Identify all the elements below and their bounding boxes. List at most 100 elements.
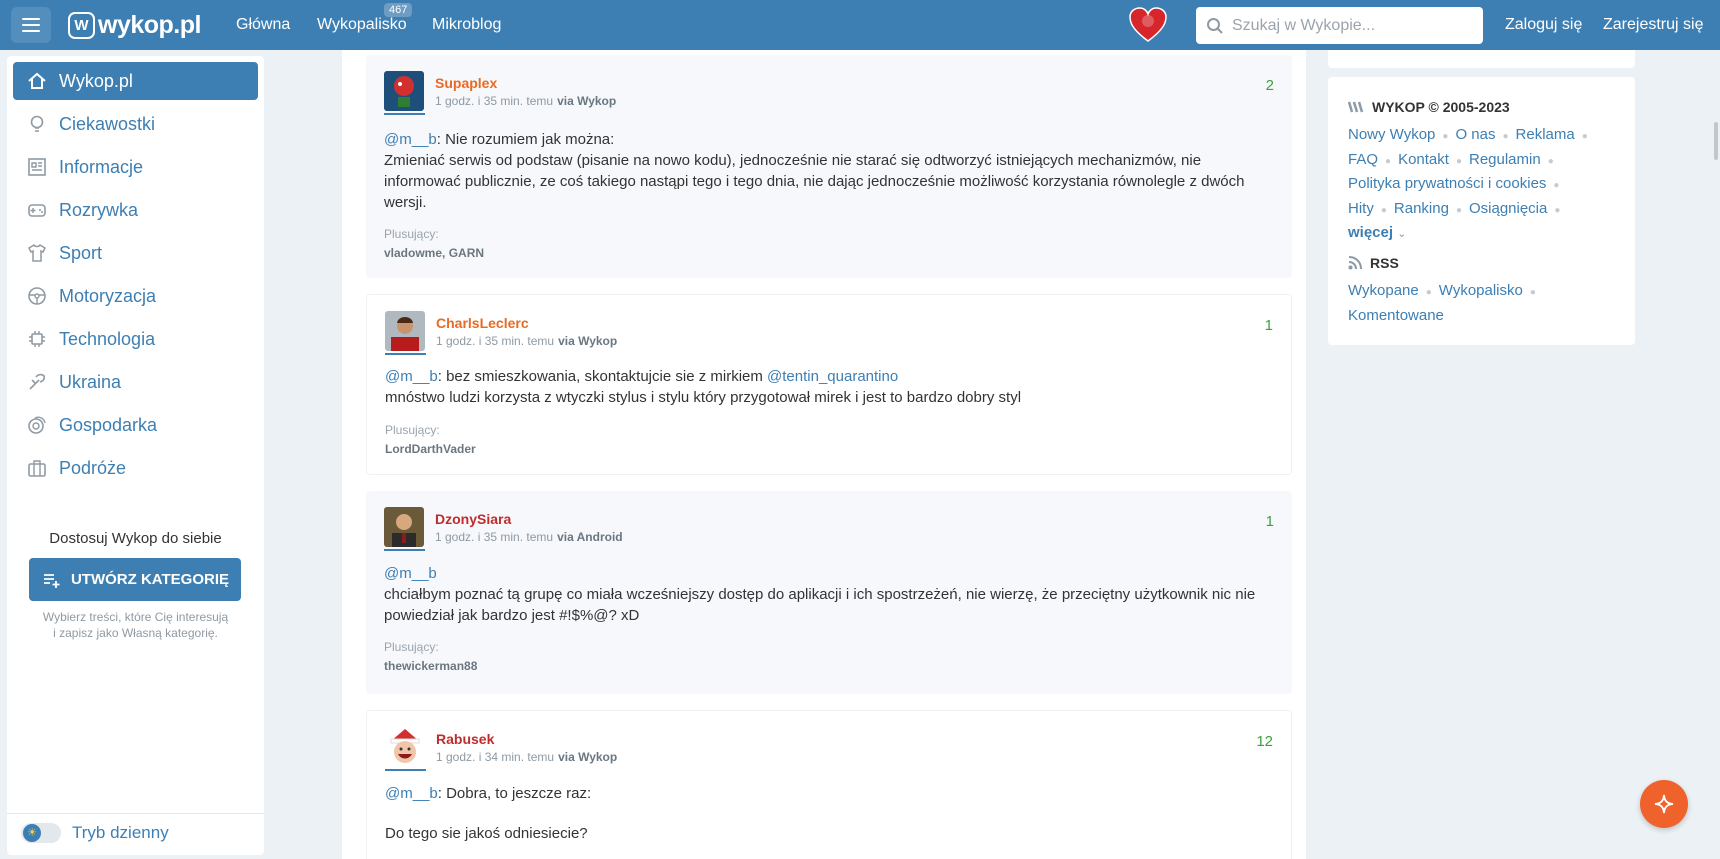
rss-link-wykopane[interactable]: Wykopane [1348, 282, 1419, 299]
sidebar-item-motoryzacja[interactable]: Motoryzacja [13, 277, 258, 315]
sidebar-item-ciekawostki[interactable]: Ciekawostki [13, 105, 258, 143]
vote-count[interactable]: 12 [1256, 733, 1273, 750]
rss-heading: RSS [1348, 255, 1399, 271]
plus-users[interactable]: LordDarthVader [385, 442, 476, 456]
avatar[interactable] [385, 727, 425, 767]
comment-entry: Supaplex 1 godz. i 35 min. temu via Wykop… [366, 55, 1292, 278]
coins-icon [28, 416, 46, 434]
avatar[interactable] [385, 311, 425, 351]
vote-count[interactable]: 2 [1266, 77, 1274, 94]
shirt-icon [28, 243, 46, 262]
link-polityka[interactable]: Polityka prywatności i cookies [1348, 175, 1546, 192]
avatar[interactable] [384, 71, 424, 111]
comment-body: @m__b: bez smieszkowania, skontaktujcie … [385, 366, 1273, 408]
timestamp: 1 godz. i 34 min. temu [436, 750, 555, 764]
user-mention[interactable]: @m__b [385, 368, 438, 385]
sidebar-item-rozrywka[interactable]: Rozrywka [13, 191, 258, 229]
sidebar-item-wykop[interactable]: Wykop.pl [13, 62, 258, 100]
link-kontakt[interactable]: Kontakt [1398, 151, 1449, 168]
username[interactable]: Supaplex [435, 75, 497, 91]
toggle-switch[interactable]: ☀ [21, 823, 61, 843]
user-mention[interactable]: @tentin_quarantino [767, 368, 898, 385]
comment-entry: CharlsLeclerc 1 godz. i 35 min. temu via … [366, 294, 1292, 475]
sparkle-fab-button[interactable] [1640, 780, 1688, 828]
rss-link-wykopalisko[interactable]: Wykopalisko [1439, 282, 1523, 299]
charity-heart-icon[interactable] [1129, 7, 1167, 43]
search-input[interactable] [1232, 16, 1472, 35]
timestamp: 1 godz. i 35 min. temu [435, 94, 554, 108]
user-mention[interactable]: @m__b [385, 785, 438, 802]
rss-links: Wykopane ● Wykopalisko ● Komentowane [1348, 280, 1618, 327]
link-faq[interactable]: FAQ [1348, 151, 1378, 168]
add-category-icon [43, 573, 60, 588]
day-mode-toggle[interactable]: ☀ Tryb dzienny [21, 823, 169, 843]
vote-count[interactable]: 1 [1265, 317, 1273, 334]
sidebar-item-gospodarka[interactable]: Gospodarka [13, 406, 258, 444]
link-o-nas[interactable]: O nas [1455, 126, 1495, 143]
comment-body: @m__b: Nie rozumiem jak można: Zmieniać … [384, 129, 1274, 213]
separator-dot: ● [1529, 287, 1536, 298]
search-icon [1207, 17, 1223, 34]
link-osiagniecia[interactable]: Osiągnięcia [1469, 200, 1547, 217]
sidebar-item-podroze[interactable]: Podróże [13, 449, 258, 487]
wykop-logo-icon: W [68, 12, 95, 39]
sidebar-item-technologia[interactable]: Technologia [13, 320, 258, 358]
via-source[interactable]: via Wykop [557, 94, 616, 108]
rss-link-komentowane[interactable]: Komentowane [1348, 307, 1444, 324]
sparkle-icon [1654, 794, 1674, 814]
sidebar-item-ukraina[interactable]: Ukraina [13, 363, 258, 401]
separator-dot: ● [1547, 155, 1554, 167]
customize-title: Dostosuj Wykop do siebie [49, 530, 222, 547]
newspaper-icon [28, 158, 46, 176]
wykopalisko-count-badge: 467 [384, 3, 413, 17]
separator-dot: ● [1380, 204, 1387, 216]
peace-icon [29, 373, 46, 390]
nav-glowna[interactable]: Główna [236, 16, 290, 34]
plus-users[interactable]: vladowme, GARN [384, 246, 484, 260]
nav-mikroblog[interactable]: Mikroblog [432, 16, 501, 34]
separator-dot: ● [1581, 131, 1588, 142]
avatar[interactable] [384, 507, 424, 547]
separator-dot: ● [1425, 287, 1432, 298]
sidebar-item-label: Sport [59, 242, 103, 263]
link-regulamin[interactable]: Regulamin [1469, 151, 1541, 168]
link-ranking[interactable]: Ranking [1394, 200, 1449, 217]
sidebar-item-label: Technologia [59, 328, 156, 349]
nav-wykopalisko[interactable]: Wykopalisko [317, 16, 407, 34]
username[interactable]: DzonySiara [435, 511, 511, 527]
link-hity[interactable]: Hity [1348, 200, 1374, 217]
link-reklama[interactable]: Reklama [1516, 126, 1575, 143]
register-link[interactable]: Zarejestruj się [1603, 16, 1703, 34]
comment-meta: 1 godz. i 35 min. temu via Wykop [435, 94, 616, 108]
chip-icon [29, 331, 45, 347]
username[interactable]: Rabusek [436, 731, 494, 747]
plus-users[interactable]: thewickerman88 [384, 659, 477, 673]
sidebar-item-informacje[interactable]: Informacje [13, 148, 258, 186]
user-mention[interactable]: @m__b [384, 131, 437, 148]
comment-meta: 1 godz. i 35 min. temu via Android [435, 530, 623, 544]
search-box[interactable] [1196, 7, 1483, 44]
rss-icon [1348, 256, 1362, 270]
scrollbar-thumb[interactable] [1714, 122, 1718, 160]
top-bar: W wykop.pl Główna Wykopalisko 467 Mikrob… [0, 0, 1720, 50]
vote-count[interactable]: 1 [1266, 513, 1274, 530]
menu-icon[interactable] [11, 7, 51, 43]
sidebar-item-sport[interactable]: Sport [13, 234, 258, 272]
comment-line: @m__b: Nie rozumiem jak można: [384, 129, 1274, 150]
logo[interactable]: W wykop.pl [68, 11, 201, 40]
login-link[interactable]: Zaloguj się [1505, 16, 1582, 34]
create-category-label: UTWÓRZ KATEGORIĘ [70, 571, 230, 588]
via-source[interactable]: via Android [557, 530, 623, 544]
avatar-underline [385, 769, 426, 771]
avatar-underline [384, 549, 425, 551]
via-source[interactable]: via Wykop [558, 334, 617, 348]
more-link[interactable]: więcej [1348, 224, 1393, 241]
gamepad-icon [28, 204, 46, 217]
username[interactable]: CharlsLeclerc [436, 315, 529, 331]
create-category-button[interactable]: UTWÓRZ KATEGORIĘ [29, 558, 241, 601]
customize-help-line: i zapisz jako Własną kategorię. [53, 626, 218, 640]
link-nowy-wykop[interactable]: Nowy Wykop [1348, 126, 1435, 143]
comment-body: @m__b: Dobra, to jeszcze raz: Do tego si… [385, 783, 1273, 844]
user-mention[interactable]: @m__b [384, 565, 437, 582]
via-source[interactable]: via Wykop [558, 750, 617, 764]
